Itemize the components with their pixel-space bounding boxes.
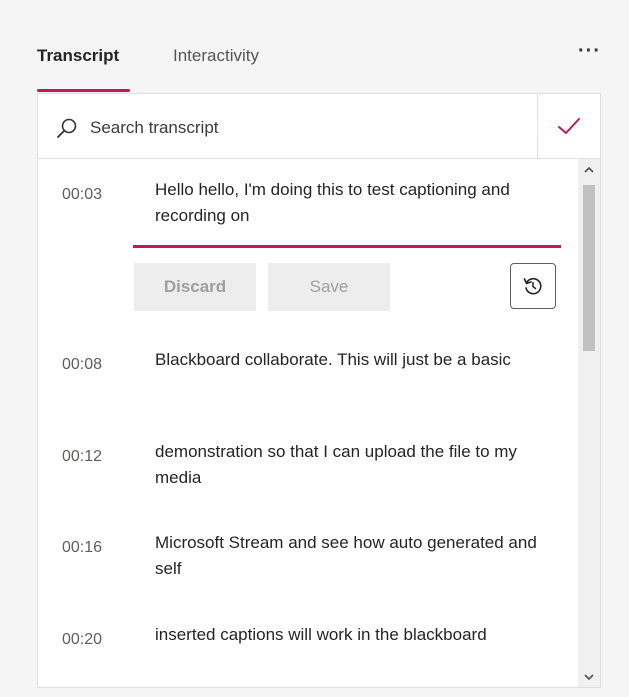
active-tab-indicator <box>37 89 130 92</box>
search-icon <box>57 118 77 138</box>
tab-bar: Transcript Interactivity ··· <box>37 40 601 92</box>
entry-text[interactable]: Blackboard collaborate. This will just b… <box>155 347 565 373</box>
search-divider <box>537 94 538 158</box>
save-button[interactable]: Save <box>268 263 390 311</box>
search-box <box>37 93 601 159</box>
transcript-list: 00:03 Hello hello, I'm doing this to tes… <box>37 159 601 688</box>
revert-button[interactable] <box>510 263 556 309</box>
search-input[interactable] <box>88 112 532 144</box>
entry-timestamp[interactable]: 00:16 <box>62 539 102 557</box>
entry-text[interactable]: Microsoft Stream and see how auto genera… <box>155 530 565 582</box>
edit-focus-underline <box>133 245 561 248</box>
entry-timestamp[interactable]: 00:12 <box>62 448 102 466</box>
discard-button[interactable]: Discard <box>134 263 256 311</box>
entry-timestamp[interactable]: 00:08 <box>62 356 102 374</box>
scroll-down-icon[interactable] <box>578 666 600 688</box>
scroll-up-icon[interactable] <box>578 159 600 181</box>
entry-text[interactable]: demonstration so that I can upload the f… <box>155 439 565 491</box>
scrollbar[interactable] <box>578 159 600 688</box>
entry-timestamp[interactable]: 00:20 <box>62 631 102 649</box>
check-icon[interactable] <box>556 114 582 138</box>
entry-text[interactable]: inserted captions will work in the black… <box>155 622 565 648</box>
revert-icon <box>523 277 542 295</box>
tab-interactivity[interactable]: Interactivity <box>173 46 259 66</box>
tab-transcript[interactable]: Transcript <box>37 46 119 66</box>
entry-edit-text[interactable]: Hello hello, I'm doing this to test capt… <box>155 177 565 229</box>
transcript-edit-entry: 00:03 Hello hello, I'm doing this to tes… <box>38 159 578 319</box>
more-horizontal-icon[interactable]: ··· <box>578 40 601 63</box>
entry-timestamp[interactable]: 00:03 <box>62 186 102 204</box>
scrollbar-thumb[interactable] <box>583 185 595 351</box>
